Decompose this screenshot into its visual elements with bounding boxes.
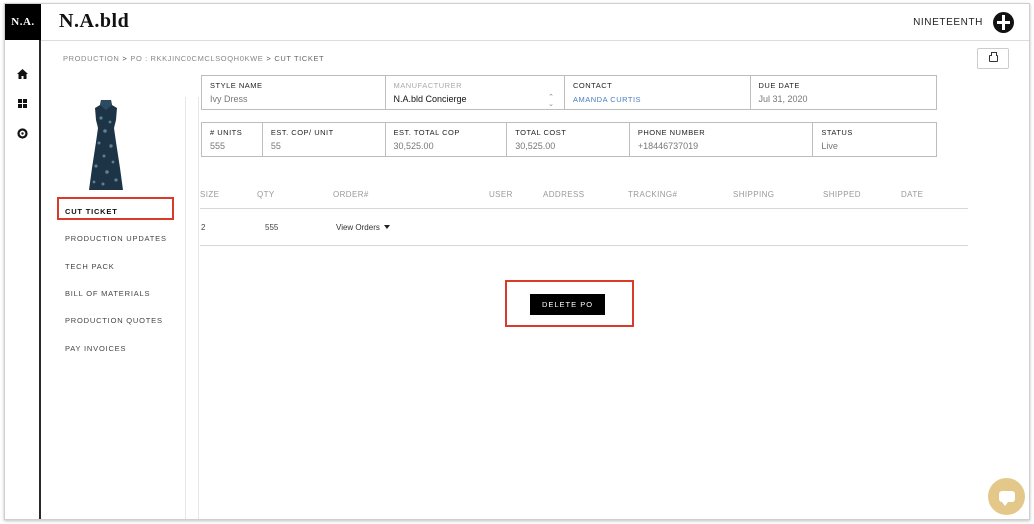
view-orders-label: View Orders — [336, 223, 380, 232]
column-header-date: DATE — [901, 190, 924, 199]
column-header-qty: QTY — [257, 190, 275, 199]
total-cost-value: 30,525.00 — [515, 141, 556, 151]
gear-icon[interactable] — [14, 125, 30, 141]
cop-unit-cell: EST. COP/ UNIT 55 — [263, 123, 386, 156]
details-grid-bottom: # UNITS 555 EST. COP/ UNIT 55 EST. TOTAL… — [201, 122, 937, 157]
units-value: 555 — [210, 141, 226, 151]
content-divider — [198, 97, 199, 519]
app-window: N.A. N.A.bld NINETEENTH PRODUCTION > PO : … — [4, 3, 1030, 520]
column-header-address: ADDRESS — [543, 190, 585, 199]
breadcrumb-production[interactable]: PRODUCTION — [63, 54, 119, 63]
table-row: 2 555 View Orders — [200, 209, 968, 246]
column-header-tracking: TRACKING# — [628, 190, 678, 199]
style-name-cell: STYLE NAME Ivy Dress — [202, 76, 386, 109]
units-label: # UNITS — [210, 128, 243, 137]
caret-down-icon — [383, 225, 390, 229]
breadcrumb: PRODUCTION > PO : RKKJINC0CMCLSOQH0KWE > CUT… — [63, 54, 324, 63]
total-cop-label: EST. TOTAL COP — [393, 128, 460, 137]
product-image — [89, 100, 123, 190]
sidebar-divider — [185, 97, 186, 519]
phone-label: PHONE NUMBER — [637, 128, 706, 137]
total-cop-cell: EST. TOTAL COP 30,525.00 — [386, 123, 508, 156]
breadcrumb-current: CUT TICKET — [274, 54, 325, 63]
logo[interactable]: N.A. — [5, 4, 41, 40]
cop-unit-value: 55 — [270, 141, 281, 151]
units-cell: # UNITS 555 — [202, 123, 263, 156]
breadcrumb-separator: > — [266, 54, 272, 63]
due-date-label: DUE DATE — [758, 81, 800, 90]
status-value: Live — [821, 141, 838, 151]
nav-item-bill-of-materials[interactable]: BILL OF MATERIALS — [65, 289, 150, 298]
manufacturer-select[interactable]: MANUFACTURER N.A.bld Concierge ⌃ ⌄ — [386, 76, 566, 109]
chat-icon — [998, 491, 1015, 506]
manufacturer-label: MANUFACTURER — [393, 81, 463, 90]
view-orders-dropdown[interactable]: View Orders — [336, 223, 390, 232]
column-header-shipping: SHIPPING — [733, 190, 775, 199]
phone-cell: PHONE NUMBER +18446737019 — [630, 123, 814, 156]
company-name[interactable]: NINETEENTH — [913, 17, 983, 28]
style-name-label: STYLE NAME — [210, 81, 263, 90]
row-qty: 555 — [265, 223, 279, 232]
avatar[interactable] — [993, 12, 1014, 33]
chat-button[interactable] — [988, 478, 1025, 515]
due-date-cell: DUE DATE Jul 31, 2020 — [751, 76, 936, 109]
total-cost-cell: TOTAL COST 30,525.00 — [507, 123, 630, 156]
status-cell: STATUS Live — [813, 123, 936, 156]
orders-table-header: SIZE QTY ORDER# USER ADDRESS TRACKING# S… — [200, 187, 968, 209]
total-cost-label: TOTAL COST — [515, 128, 567, 137]
contact-cell: CONTACT AMANDA CURTIS — [565, 76, 751, 109]
top-header: N.A.bld NINETEENTH — [41, 4, 1029, 41]
breadcrumb-separator: > — [122, 54, 128, 63]
nav-item-cut-ticket[interactable]: CUT TICKET — [65, 207, 118, 216]
print-button[interactable] — [977, 48, 1009, 69]
contact-link[interactable]: AMANDA CURTIS — [573, 95, 742, 104]
nav-item-production-quotes[interactable]: PRODUCTION QUOTES — [65, 316, 163, 325]
status-label: STATUS — [821, 128, 853, 137]
home-icon[interactable] — [14, 66, 30, 82]
delete-po-button[interactable]: DELETE PO — [530, 294, 605, 315]
icon-rail: N.A. — [5, 4, 41, 519]
total-cop-value: 30,525.00 — [393, 141, 434, 151]
style-name-value: Ivy Dress — [210, 94, 248, 104]
nav-item-production-updates[interactable]: PRODUCTION UPDATES — [65, 234, 167, 243]
nav-item-pay-invoices[interactable]: PAY INVOICES — [65, 344, 126, 353]
brand-logo[interactable]: N.A.bld — [59, 10, 129, 33]
printer-icon — [988, 52, 998, 62]
details-grid-top: STYLE NAME Ivy Dress MANUFACTURER N.A.bl… — [201, 75, 937, 110]
column-header-user: USER — [489, 190, 513, 199]
due-date-value: Jul 31, 2020 — [758, 94, 808, 104]
phone-value: +18446737019 — [637, 141, 699, 151]
row-size: 2 — [201, 223, 206, 232]
contact-label: CONTACT — [573, 81, 613, 90]
select-caret-icon: ⌃ ⌄ — [548, 94, 555, 108]
manufacturer-value: N.A.bld Concierge — [393, 94, 467, 104]
column-header-order: ORDER# — [333, 190, 369, 199]
cop-unit-label: EST. COP/ UNIT — [270, 128, 334, 137]
breadcrumb-po[interactable]: PO : RKKJINC0CMCLSOQH0KWE — [130, 54, 263, 63]
grid-icon[interactable] — [14, 95, 30, 111]
column-header-size: SIZE — [200, 190, 220, 199]
column-header-shipped: SHIPPED — [823, 190, 861, 199]
nav-item-tech-pack[interactable]: TECH PACK — [65, 262, 115, 271]
